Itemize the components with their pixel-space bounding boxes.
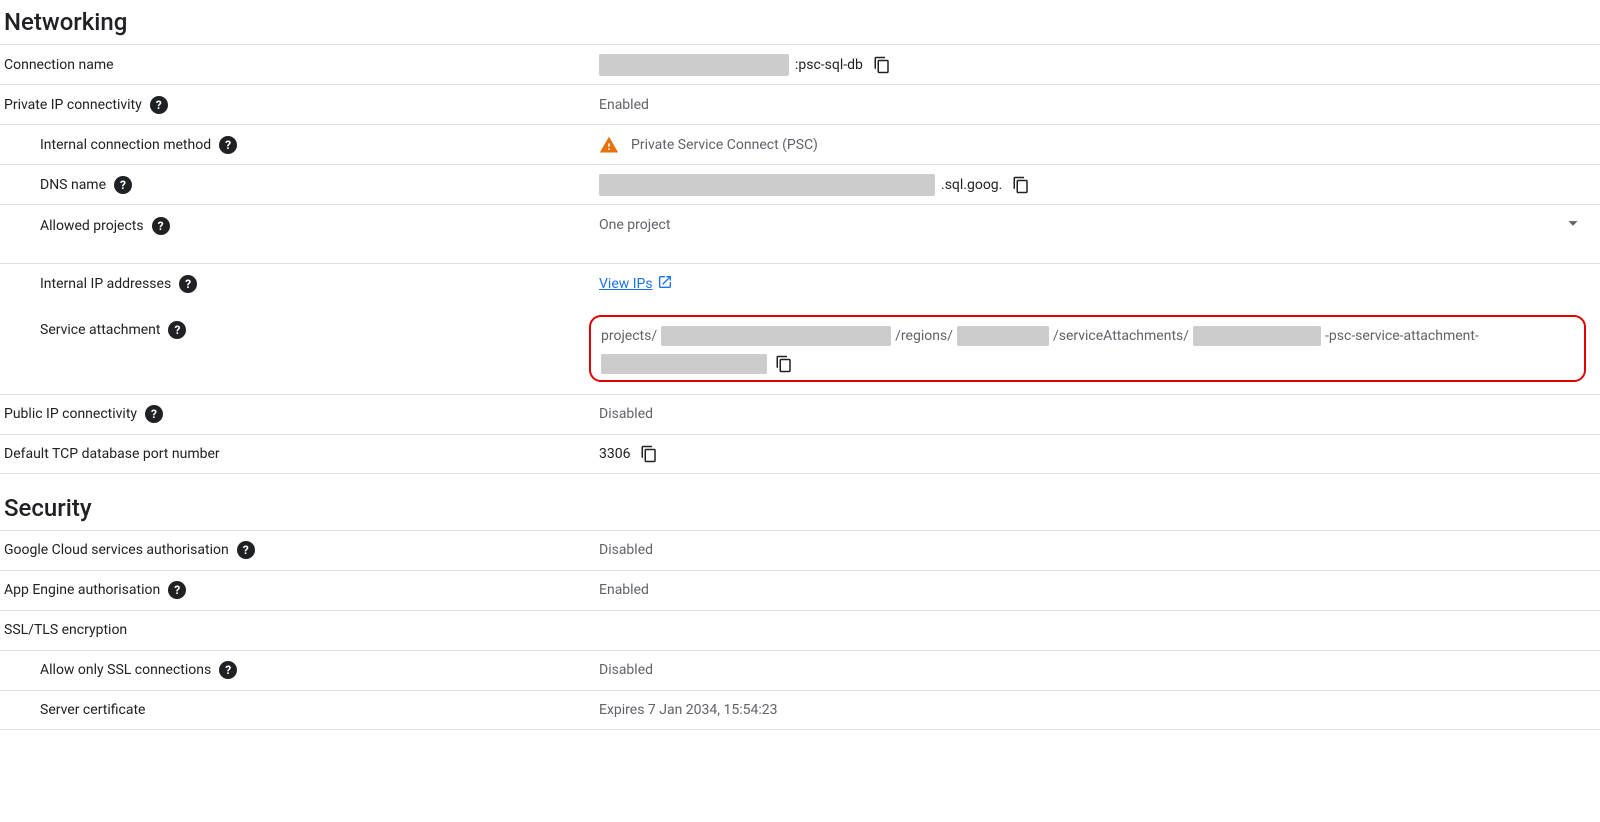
help-icon[interactable]: ? [145, 405, 163, 423]
allowed-projects-value: One project [599, 217, 670, 233]
security-header: Security [4, 494, 1600, 522]
sa-redacted-2 [957, 326, 1049, 346]
sa-redacted-3 [1193, 326, 1321, 346]
warning-icon [599, 135, 619, 155]
sa-seg-attachments: /serviceAttachments/ [1053, 323, 1189, 350]
sa-redacted-4 [601, 354, 767, 374]
row-private-ip: Private IP connectivity ? Enabled [0, 84, 1600, 124]
view-ips-link[interactable]: View IPs [599, 274, 673, 294]
private-ip-value: Enabled [599, 97, 649, 113]
chevron-down-icon[interactable] [1562, 212, 1584, 238]
help-icon[interactable]: ? [150, 96, 168, 114]
server-cert-label: Server certificate [40, 702, 145, 718]
row-connection-name: Connection name :psc-sql-db [0, 44, 1600, 84]
row-tcp-port: Default TCP database port number 3306 [0, 434, 1600, 474]
ssl-tls-label: SSL/TLS encryption [4, 622, 127, 638]
row-gcs-auth: Google Cloud services authorisation ? Di… [0, 530, 1600, 570]
view-ips-text: View IPs [599, 276, 653, 292]
public-ip-label: Public IP connectivity [4, 406, 137, 422]
sa-redacted-1 [661, 326, 891, 346]
server-cert-value: Expires 7 Jan 2034, 15:54:23 [599, 702, 777, 718]
internal-method-value: Private Service Connect (PSC) [631, 137, 818, 153]
copy-icon[interactable] [873, 56, 891, 74]
internal-ip-label: Internal IP addresses [40, 276, 171, 292]
help-icon[interactable]: ? [219, 136, 237, 154]
gcs-auth-label: Google Cloud services authorisation [4, 542, 229, 558]
row-public-ip: Public IP connectivity ? Disabled [0, 394, 1600, 434]
help-icon[interactable]: ? [179, 275, 197, 293]
help-icon[interactable]: ? [219, 661, 237, 679]
tcp-port-value: 3306 [599, 446, 630, 462]
row-allow-ssl: Allow only SSL connections ? Disabled [0, 650, 1600, 690]
copy-icon[interactable] [1012, 176, 1030, 194]
row-server-cert: Server certificate Expires 7 Jan 2034, 1… [0, 690, 1600, 730]
gcs-auth-value: Disabled [599, 542, 653, 558]
copy-icon[interactable] [775, 355, 793, 373]
sa-seg-regions: /regions/ [895, 323, 953, 350]
allow-ssl-label: Allow only SSL connections [40, 662, 211, 678]
help-icon[interactable]: ? [168, 581, 186, 599]
row-allowed-projects[interactable]: Allowed projects ? One project [0, 204, 1600, 263]
row-ssl-tls: SSL/TLS encryption [0, 610, 1600, 650]
dns-name-suffix: .sql.goog. [941, 177, 1002, 193]
help-icon[interactable]: ? [152, 217, 170, 235]
service-attachment-highlight: projects/ /regions/ /serviceAttachments/ -p… [589, 315, 1586, 382]
private-ip-label: Private IP connectivity [4, 97, 142, 113]
external-link-icon [657, 274, 673, 294]
sa-seg-projects: projects/ [601, 323, 657, 350]
app-engine-value: Enabled [599, 582, 649, 598]
networking-header: Networking [4, 8, 1600, 36]
allowed-projects-label: Allowed projects [40, 218, 144, 234]
public-ip-value: Disabled [599, 406, 653, 422]
allow-ssl-value: Disabled [599, 662, 653, 678]
help-icon[interactable]: ? [114, 176, 132, 194]
connection-name-suffix: :psc-sql-db [795, 57, 863, 73]
service-attachment-label: Service attachment [40, 322, 160, 338]
sa-seg-suffix: -psc-service-attachment- [1325, 323, 1479, 350]
tcp-port-label: Default TCP database port number [4, 446, 220, 462]
row-internal-ip: Internal IP addresses ? View IPs [0, 263, 1600, 303]
help-icon[interactable]: ? [168, 321, 186, 339]
row-internal-method: Internal connection method ? Private Ser… [0, 124, 1600, 164]
dns-name-label: DNS name [40, 177, 106, 193]
row-service-attachment: Service attachment ? projects/ /regions/ /… [0, 303, 1600, 394]
internal-method-label: Internal connection method [40, 137, 211, 153]
dns-name-redacted [599, 174, 935, 196]
app-engine-label: App Engine authorisation [4, 582, 160, 598]
row-dns-name: DNS name ? .sql.goog. [0, 164, 1600, 204]
row-app-engine: App Engine authorisation ? Enabled [0, 570, 1600, 610]
connection-name-label: Connection name [4, 57, 114, 73]
copy-icon[interactable] [640, 445, 658, 463]
connection-name-redacted [599, 54, 789, 76]
help-icon[interactable]: ? [237, 541, 255, 559]
